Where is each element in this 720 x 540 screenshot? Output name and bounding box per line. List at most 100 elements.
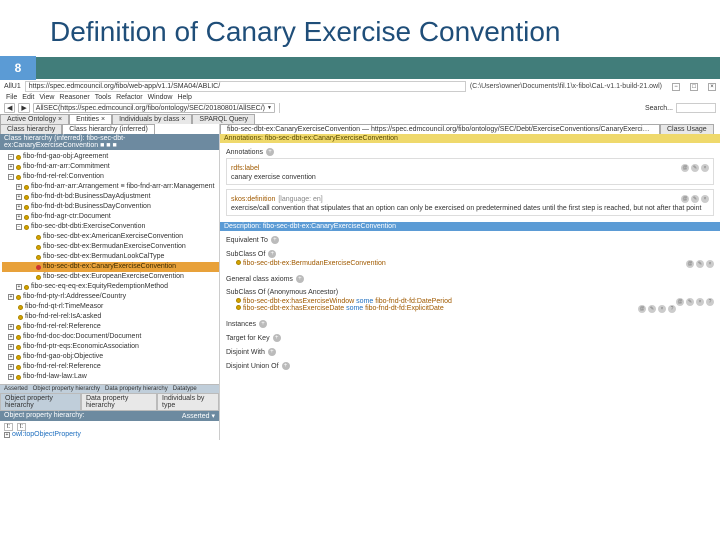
sca2-act-3[interactable]: × — [658, 305, 666, 313]
tree-node[interactable]: +fibo-fnd-dt-bd:BusinessDayConvention — [2, 202, 219, 212]
expand-icon[interactable]: + — [16, 214, 22, 220]
anno-action-5[interactable]: ✎ — [691, 195, 699, 203]
tab-sparql[interactable]: SPARQL Query — [192, 114, 255, 124]
tree-node[interactable]: fibo-sec-dbt-ex:CanaryExerciseConvention — [2, 262, 219, 272]
expand-icon[interactable]: + — [8, 164, 14, 170]
object-property-tree[interactable]: t: t: + owl:topObjectProperty — [0, 421, 219, 440]
tab-individuals-by-class[interactable]: Individuals by class × — [112, 114, 192, 124]
tab-entity-iri[interactable]: fibo-sec-dbt-ex:CanaryExerciseConvention… — [220, 124, 660, 134]
search-input[interactable] — [676, 103, 716, 113]
tab-class-hierarchy-inferred[interactable]: Class hierarchy (inferred) — [62, 124, 155, 134]
close-button[interactable]: × — [708, 83, 716, 91]
expand-icon[interactable]: − — [16, 224, 22, 230]
expand-icon[interactable]: − — [8, 174, 14, 180]
add-disjoint-button[interactable]: + — [268, 348, 276, 356]
expand-icon[interactable]: + — [8, 294, 14, 300]
tab-class-hierarchy[interactable]: Class hierarchy — [0, 124, 62, 134]
tree-node[interactable]: +fibo-fnd-agr-ctr:Document — [2, 212, 219, 222]
tab-active-ontology[interactable]: Active Ontology × — [0, 114, 69, 124]
menu-tools[interactable]: Tools — [95, 94, 111, 101]
tree-node[interactable]: fibo-fnd-qt-rl:TimeMeasor — [2, 302, 219, 312]
tab-object-property-hierarchy[interactable]: Object property hierarchy — [0, 393, 81, 411]
tree-node[interactable]: fibo-sec-dbt-ex:EuropeanExerciseConventi… — [2, 272, 219, 282]
sca-2-class[interactable]: fibo-fnd-dt-fd:ExplicitDate — [365, 305, 444, 312]
expand-icon[interactable]: + — [8, 354, 14, 360]
tree-node[interactable]: +fibo-fnd-rel-rel:Reference — [2, 322, 219, 332]
tree-node[interactable]: +fibo-fnd-arr-arr:Commitment — [2, 162, 219, 172]
tree-node[interactable]: +fibo-fnd-gao-obj:Objective — [2, 352, 219, 362]
menu-reasoner[interactable]: Reasoner — [59, 94, 89, 101]
tree-btn-2[interactable]: t: — [17, 423, 26, 431]
sca-1-class[interactable]: fibo-fnd-dt-fd:DatePeriod — [375, 298, 452, 305]
tree-node[interactable]: +fibo-fnd-pty-rl:Addressee/Country — [2, 292, 219, 302]
tree-node[interactable]: −fibo-fnd-gao-obj:Agreement — [2, 152, 219, 162]
class-tree[interactable]: −fibo-fnd-gao-obj:Agreement+fibo-fnd-arr… — [0, 150, 219, 384]
expand-icon[interactable]: + — [8, 334, 14, 340]
menu-window[interactable]: Window — [148, 94, 173, 101]
add-gca-button[interactable]: + — [296, 275, 304, 283]
sub-act-3[interactable]: × — [706, 260, 714, 268]
menu-help[interactable]: Help — [177, 94, 191, 101]
tree-node[interactable]: fibo-sec-dbt-ex:AmericanExerciseConventi… — [2, 232, 219, 242]
add-disjoint-union-button[interactable]: + — [282, 362, 290, 370]
tree-node[interactable]: +fibo-fnd-ptr-eqs:EconomicAssociation — [2, 342, 219, 352]
subclass-value[interactable]: fibo-sec-dbt-ex:BermudanExerciseConventi… — [243, 260, 386, 267]
menu-view[interactable]: View — [39, 94, 54, 101]
sca2-act-2[interactable]: ✎ — [648, 305, 656, 313]
nav-fwd-button[interactable]: ▶ — [18, 103, 29, 113]
anno-action-6[interactable]: × — [701, 195, 709, 203]
add-annotation-button[interactable]: + — [266, 148, 274, 156]
tree-node[interactable]: −fibo-sec-dbt-dbti:ExerciseConvention — [2, 222, 219, 232]
add-subclass-button[interactable]: + — [268, 250, 276, 258]
maximize-button[interactable]: □ — [690, 83, 698, 91]
sub-act-1[interactable]: @ — [686, 260, 694, 268]
anno-action-2[interactable]: ✎ — [691, 164, 699, 172]
tree-node[interactable]: +fibo-fnd-rel-rel:Reference — [2, 362, 219, 372]
minimize-button[interactable]: − — [672, 83, 680, 91]
sca1-act-1[interactable]: @ — [676, 298, 684, 306]
sca1-act-3[interactable]: × — [696, 298, 704, 306]
menu-refactor[interactable]: Refactor — [116, 94, 142, 101]
tree-node[interactable]: −fibo-fnd-rel-rel:Convention — [2, 172, 219, 182]
tree-node[interactable]: +fibo-fnd-law-law:Law — [2, 372, 219, 382]
tree-node[interactable]: +fibo-fnd-dt-bd:BusinessDayAdjustment — [2, 192, 219, 202]
tree-node[interactable]: +fibo-sec-eq-eq-ex:EquityRedemptionMetho… — [2, 282, 219, 292]
expand-icon[interactable]: + — [4, 432, 10, 438]
expand-icon[interactable]: − — [8, 154, 14, 160]
sca1-act-2[interactable]: ✎ — [686, 298, 694, 306]
tree-node[interactable]: fibo-sec-dbt-ex:BermudanExerciseConventi… — [2, 242, 219, 252]
tab-entities[interactable]: Entities × — [69, 114, 112, 124]
add-instance-button[interactable]: + — [259, 320, 267, 328]
tab-class-usage[interactable]: Class Usage — [660, 124, 714, 134]
tree-btn-1[interactable]: t: — [4, 423, 13, 431]
ontology-url-input[interactable]: https://spec.edmcouncil.org/fibo/web-app… — [25, 81, 466, 92]
menu-file[interactable]: File — [6, 94, 17, 101]
sca2-act-1[interactable]: @ — [638, 305, 646, 313]
expand-icon[interactable]: + — [8, 324, 14, 330]
tab-individuals-by-type[interactable]: Individuals by type — [157, 393, 219, 411]
tree-node[interactable]: +fibo-fnd-doc-doc:Document/Document — [2, 332, 219, 342]
sca-1-prop[interactable]: fibo-sec-dbt-ex:hasExerciseWindow — [243, 298, 354, 305]
sca2-act-4[interactable]: ? — [668, 305, 676, 313]
top-object-property-node[interactable]: owl:topObjectProperty — [12, 431, 81, 438]
expand-icon[interactable]: + — [16, 194, 22, 200]
expand-icon[interactable]: + — [16, 204, 22, 210]
expand-icon[interactable]: + — [16, 184, 22, 190]
sca1-act-4[interactable]: ? — [706, 298, 714, 306]
expand-icon[interactable]: + — [16, 284, 22, 290]
expand-icon[interactable]: + — [8, 374, 14, 380]
tree-node[interactable]: fibo-fnd-rel-rel:IsA:asked — [2, 312, 219, 322]
sca-2-prop[interactable]: fibo-sec-dbt-ex:hasExerciseDate — [243, 305, 344, 312]
ontology-selector[interactable]: AllSEC (https://spec.edmcouncil.org/fibo… — [33, 103, 275, 113]
expand-icon[interactable]: + — [8, 344, 14, 350]
expand-icon[interactable]: + — [8, 364, 14, 370]
menu-edit[interactable]: Edit — [22, 94, 34, 101]
anno-action-3[interactable]: × — [701, 164, 709, 172]
add-target-button[interactable]: + — [273, 334, 281, 342]
nav-back-button[interactable]: ◀ — [4, 103, 15, 113]
add-equivalent-button[interactable]: + — [271, 236, 279, 244]
asserted-toggle[interactable]: Asserted ▾ — [182, 412, 215, 420]
tree-node[interactable]: +fibo-fnd-arr-arr:Arrangement ≡ fibo-fnd… — [2, 182, 219, 192]
anno-action-4[interactable]: @ — [681, 195, 689, 203]
anno-action-1[interactable]: @ — [681, 164, 689, 172]
